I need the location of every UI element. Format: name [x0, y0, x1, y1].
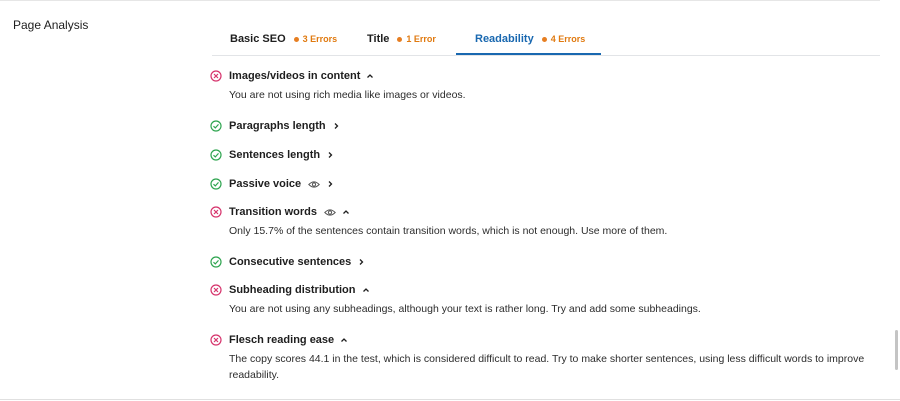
chevron-right-icon[interactable] [332, 122, 340, 130]
error-circle-icon [210, 334, 222, 346]
tab-title[interactable]: Title 1 Error [367, 24, 436, 54]
chevron-up-icon[interactable] [362, 286, 370, 294]
error-dot-icon [541, 36, 547, 42]
check-description: Only 15.7% of the sentences contain tran… [229, 225, 668, 237]
tab-label: Basic SEO [230, 33, 286, 45]
chevron-right-icon[interactable] [326, 180, 334, 188]
check-subheading-distribution: Subheading distribution You are not usin… [210, 282, 890, 315]
tab-label: Readability [475, 33, 534, 45]
error-circle-icon [210, 206, 222, 218]
check-transition-words: Transition words Only 15.7% of the sente… [210, 204, 890, 237]
check-passive-voice: Passive voice [210, 176, 890, 192]
check-description: The copy scores 44.1 in the test, which … [229, 353, 865, 381]
chevron-up-icon[interactable] [342, 208, 350, 216]
check-description: You are not using rich media like images… [229, 89, 466, 101]
eye-icon[interactable] [308, 180, 321, 189]
error-circle-icon [210, 70, 222, 82]
check-title: Passive voice [229, 178, 302, 190]
check-circle-icon [210, 120, 222, 132]
check-images-videos: Images/videos in content You are not usi… [210, 68, 890, 101]
page-analysis-label: Page Analysis [13, 18, 89, 32]
chevron-right-icon[interactable] [357, 258, 365, 266]
bottom-divider [0, 399, 900, 400]
check-title: Transition words [229, 206, 318, 218]
error-count: 1 Error [406, 34, 436, 44]
error-count: 4 Errors [550, 34, 586, 44]
chevron-right-icon[interactable] [326, 151, 334, 159]
analysis-tabs: Basic SEO 3 Errors Title 1 Error Readabi… [212, 24, 880, 56]
eye-icon[interactable] [324, 208, 336, 217]
check-circle-icon [210, 178, 222, 190]
check-title: Consecutive sentences [229, 256, 352, 268]
error-dot-icon [397, 36, 403, 42]
check-title: Flesch reading ease [229, 334, 335, 346]
error-circle-icon [210, 284, 222, 296]
check-circle-icon [210, 149, 222, 161]
top-divider [0, 0, 880, 1]
check-flesch-reading-ease: Flesch reading ease The copy scores 44.1… [210, 332, 890, 381]
tab-readability[interactable]: Readability 4 Errors [456, 24, 601, 55]
error-count: 3 Errors [302, 34, 338, 44]
tab-basic-seo[interactable]: Basic SEO 3 Errors [230, 24, 337, 54]
check-title: Images/videos in content [229, 70, 361, 82]
check-consecutive-sentences: Consecutive sentences [210, 254, 890, 270]
chevron-up-icon[interactable] [340, 336, 348, 344]
error-dot-icon [293, 36, 299, 42]
check-description: You are not using any subheadings, altho… [229, 303, 701, 315]
check-paragraphs-length: Paragraphs length [210, 118, 890, 134]
check-circle-icon [210, 256, 222, 268]
scrollbar-thumb[interactable] [895, 330, 898, 370]
chevron-up-icon[interactable] [366, 72, 374, 80]
check-title: Paragraphs length [229, 120, 326, 132]
check-title: Subheading distribution [229, 284, 356, 296]
tab-label: Title [367, 33, 390, 45]
check-title: Sentences length [229, 149, 321, 161]
check-sentences-length: Sentences length [210, 147, 890, 163]
